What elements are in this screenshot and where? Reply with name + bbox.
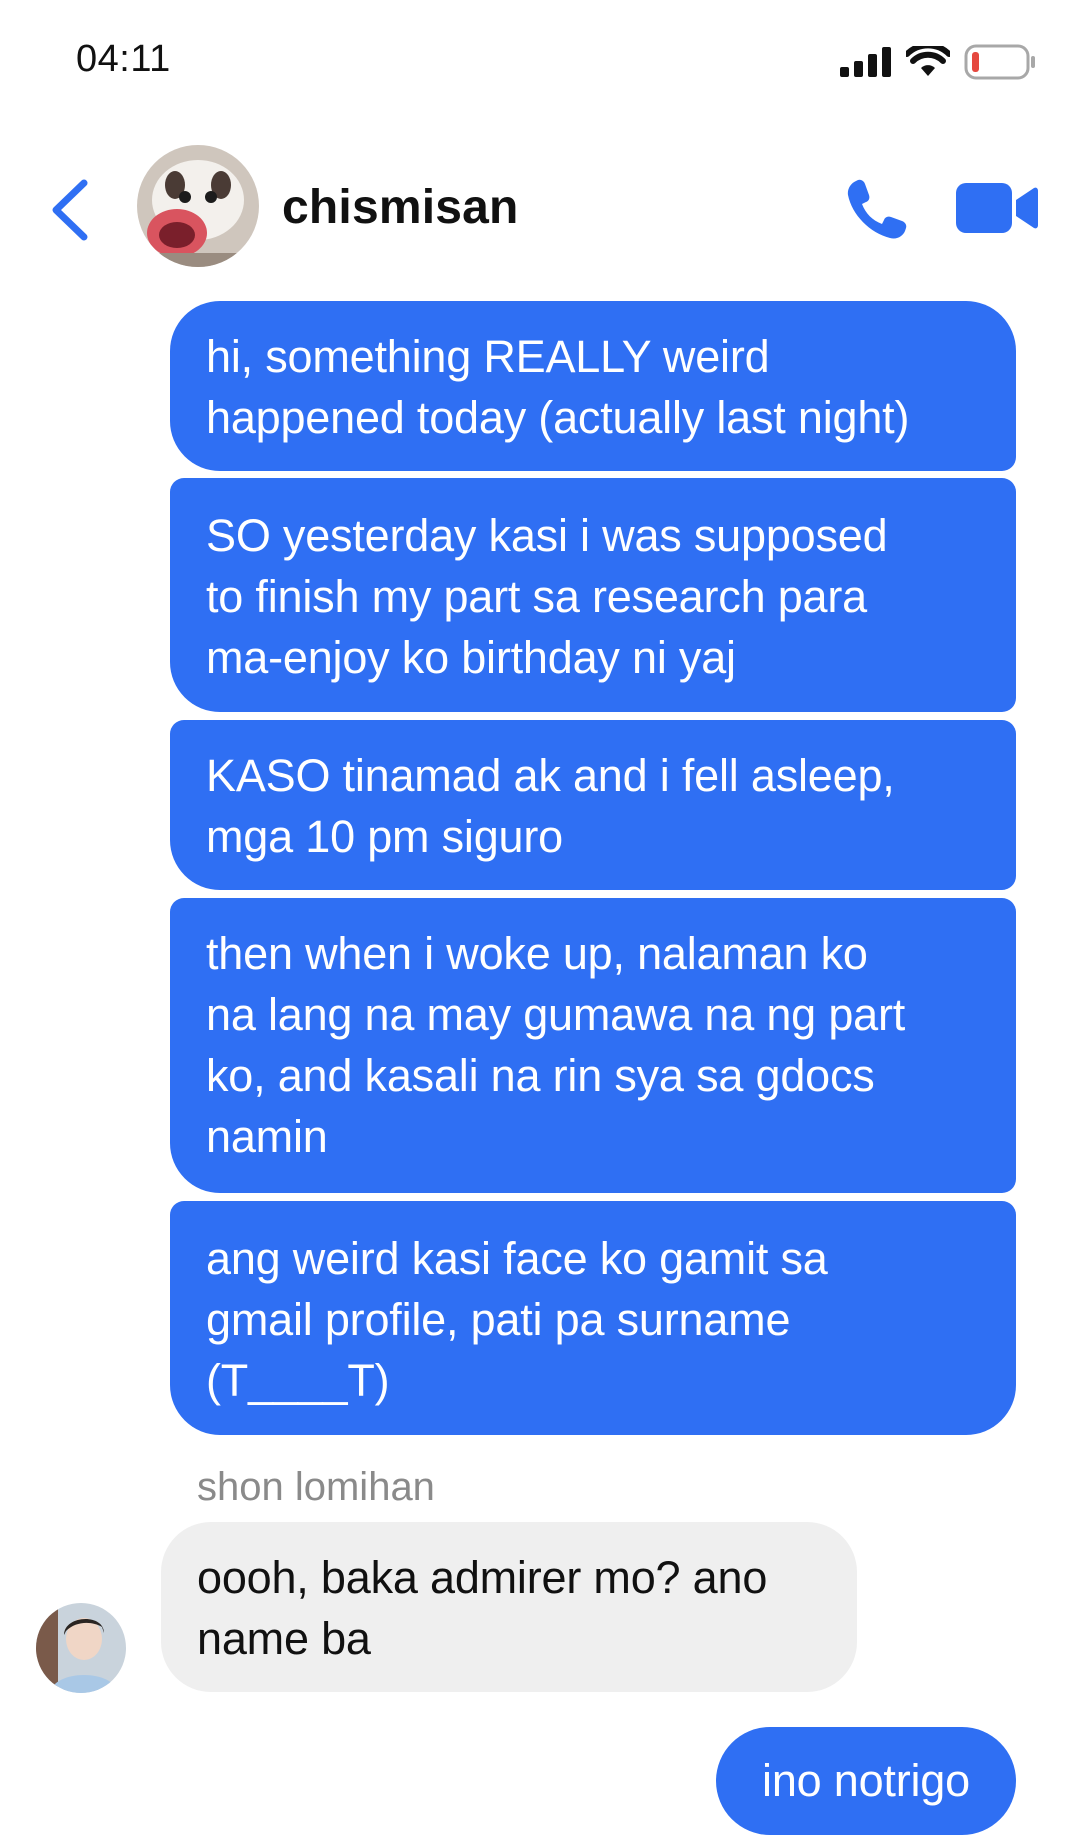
voice-call-button[interactable] bbox=[842, 175, 912, 245]
message-bubble-outgoing[interactable]: then when i woke up, nalaman ko na lang … bbox=[170, 898, 1016, 1193]
message-bubble-outgoing[interactable]: ino notrigo bbox=[716, 1727, 1016, 1835]
signal-icon bbox=[840, 47, 891, 77]
chat-title: chismisan bbox=[282, 181, 519, 234]
message-bubble-incoming[interactable]: oooh, baka admirer mo? ano name ba bbox=[161, 1522, 857, 1692]
phone-icon bbox=[847, 179, 907, 239]
message-bubble-outgoing[interactable]: KASO tinamad ak and i fell asleep, mga 1… bbox=[170, 720, 1016, 890]
back-button[interactable] bbox=[44, 175, 94, 245]
video-camera-icon bbox=[956, 183, 1038, 233]
status-icons bbox=[840, 44, 1036, 80]
back-chevron-icon bbox=[52, 179, 88, 241]
group-avatar-image bbox=[137, 145, 259, 267]
contact-avatar[interactable] bbox=[36, 1603, 126, 1693]
status-time: 04:11 bbox=[76, 38, 171, 80]
group-avatar[interactable] bbox=[137, 145, 259, 267]
contact-avatar-image bbox=[36, 1603, 126, 1693]
chat-header: chismisan bbox=[0, 140, 1080, 270]
wifi-icon bbox=[906, 46, 950, 76]
message-bubble-outgoing[interactable]: ang weird kasi face ko gamit sa gmail pr… bbox=[170, 1201, 1016, 1435]
video-call-button[interactable] bbox=[956, 180, 1038, 236]
status-bar: 04:11 bbox=[0, 0, 1080, 120]
sender-name: shon lomihan bbox=[197, 1465, 435, 1509]
battery-icon bbox=[964, 44, 1035, 80]
message-bubble-outgoing[interactable]: SO yesterday kasi i was supposed to fini… bbox=[170, 478, 1016, 712]
message-bubble-outgoing[interactable]: hi, something REALLY weird happened toda… bbox=[170, 301, 1016, 471]
